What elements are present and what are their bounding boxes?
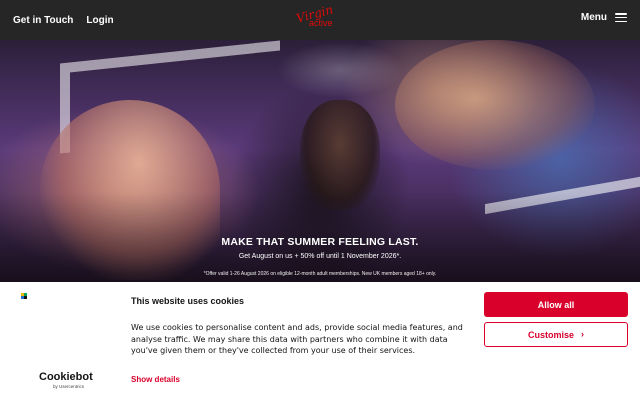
cookiebot-logo: Cookiebot by Usercentrics [39,371,99,390]
get-in-touch-link[interactable]: Get in Touch [13,15,73,26]
site-header: Get in Touch Login Virgin active Menu [0,0,640,40]
hamburger-icon [615,13,627,22]
header-nav: Get in Touch Login [0,15,114,26]
login-link[interactable]: Login [86,15,113,26]
cookiebot-by-text: by Usercentrics [53,384,85,389]
hero-title: MAKE THAT SUMMER FEELING LAST. [221,236,419,248]
cookiebot-badge-icon [21,293,27,299]
menu-label: Menu [580,12,607,23]
hero-fine-print: *Offer valid 1-26 August 2026 on eligibl… [203,271,437,277]
customise-label: Customise [527,329,574,340]
customise-button[interactable]: Customise › [484,322,628,347]
chevron-right-icon: › [581,329,584,339]
page: Get in Touch Login Virgin active Menu MA… [0,0,640,400]
menu-button[interactable]: Menu [581,12,627,23]
cookie-banner: This website uses cookies We use cookies… [0,282,640,400]
cookiebot-logo-text: Cookiebot [39,371,93,383]
hero-banner: MAKE THAT SUMMER FEELING LAST. Get Augus… [0,40,640,282]
show-details-link[interactable]: Show details [131,375,180,384]
allow-all-button[interactable]: Allow all [484,292,628,317]
virgin-active-logo[interactable]: Virgin active [295,2,344,32]
logo-active-text: active [309,18,333,28]
cookie-banner-title: This website uses cookies [131,296,245,306]
cookie-banner-body: We use cookies to personalise content an… [131,323,463,356]
hero-person-right [395,40,595,170]
hero-subtitle: Get August on us + 50% off until 1 Novem… [238,253,402,260]
